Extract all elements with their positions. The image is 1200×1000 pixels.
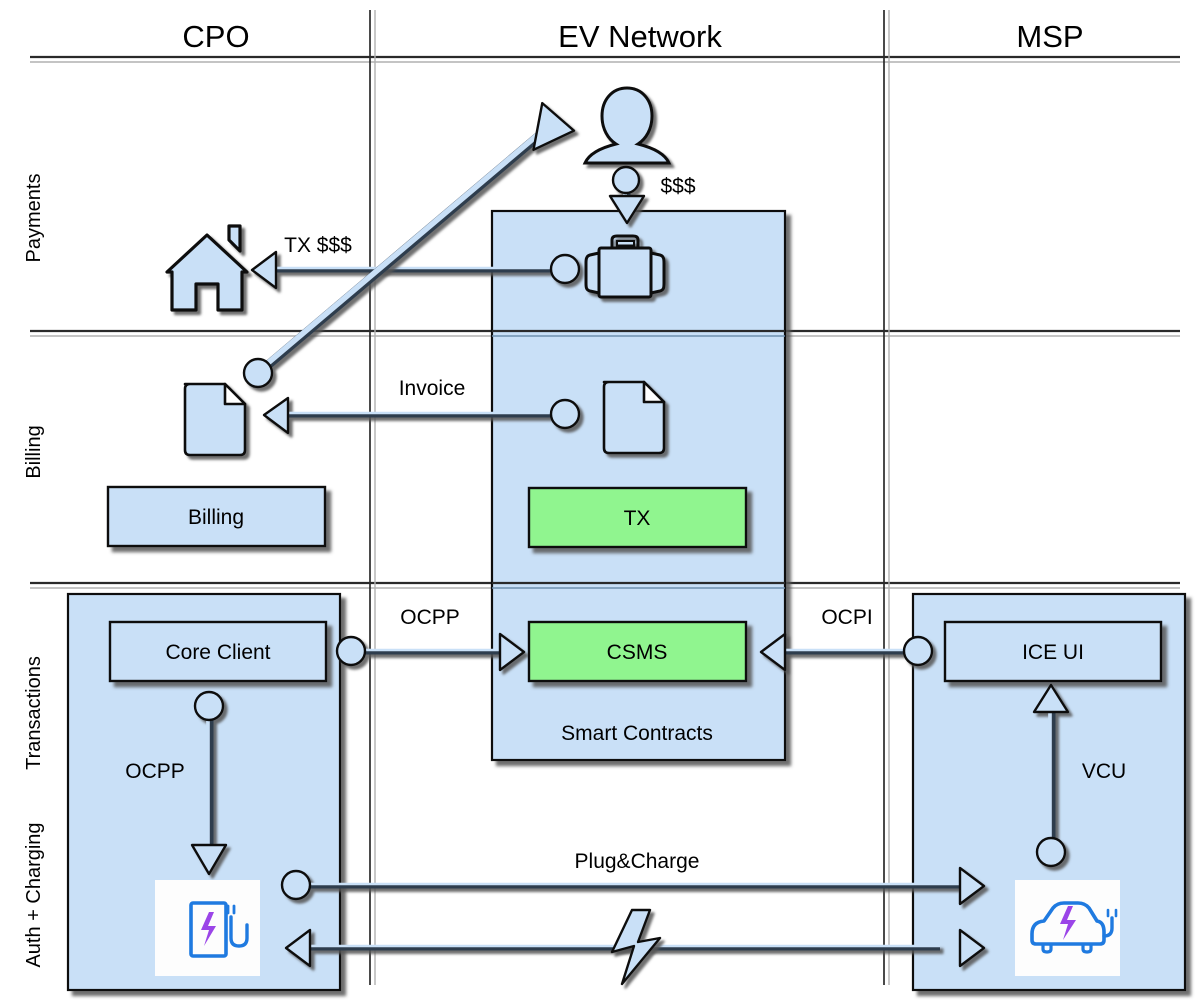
tx-box-label: TX	[624, 507, 651, 530]
doc-cpo-icon	[183, 382, 247, 457]
billing-box[interactable]: Billing	[106, 485, 327, 548]
edge-label-ocpi: OCPI	[821, 606, 872, 629]
row-header-auth-charging: Auth + Charging	[23, 822, 45, 967]
edge-label-ocpp-cross: OCPP	[400, 606, 460, 629]
csms-box[interactable]: CSMS	[527, 620, 748, 683]
core-client-box[interactable]: Core Client	[108, 620, 328, 683]
edge-label-plug-charge: Plug&Charge	[575, 850, 700, 873]
column-header-cpo: CPO	[182, 19, 249, 54]
core-client-label: Core Client	[165, 641, 270, 664]
tx-box[interactable]: TX	[527, 486, 748, 549]
diagram-canvas: CPO EV Network MSP Payments Billing Tran…	[0, 0, 1200, 1000]
billing-box-label: Billing	[188, 506, 244, 529]
row-header-billing: Billing	[23, 425, 45, 478]
ev-network-container-label: Smart Contracts	[561, 722, 713, 745]
edge-label-payment: $$$	[660, 175, 695, 198]
ice-ui-box[interactable]: ICE UI	[943, 620, 1163, 683]
edge-label-invoice: Invoice	[399, 377, 466, 400]
csms-box-label: CSMS	[607, 641, 668, 664]
row-header-transactions: Transactions	[23, 656, 45, 770]
edge-label-vcu: VCU	[1082, 760, 1126, 783]
car-icon	[1015, 880, 1120, 976]
row-header-payments: Payments	[23, 174, 45, 263]
architecture-diagram: CPO EV Network MSP Payments Billing Tran…	[0, 0, 1200, 1000]
ice-ui-label: ICE UI	[1022, 641, 1084, 664]
doc-ev-icon	[602, 380, 666, 455]
column-header-msp: MSP	[1016, 19, 1083, 54]
edge-label-tx-dollars: TX $$$	[284, 234, 352, 257]
edge-label-ocpp-local: OCPP	[125, 760, 185, 783]
column-header-ev-network: EV Network	[558, 19, 722, 54]
charger-icon	[155, 880, 260, 976]
